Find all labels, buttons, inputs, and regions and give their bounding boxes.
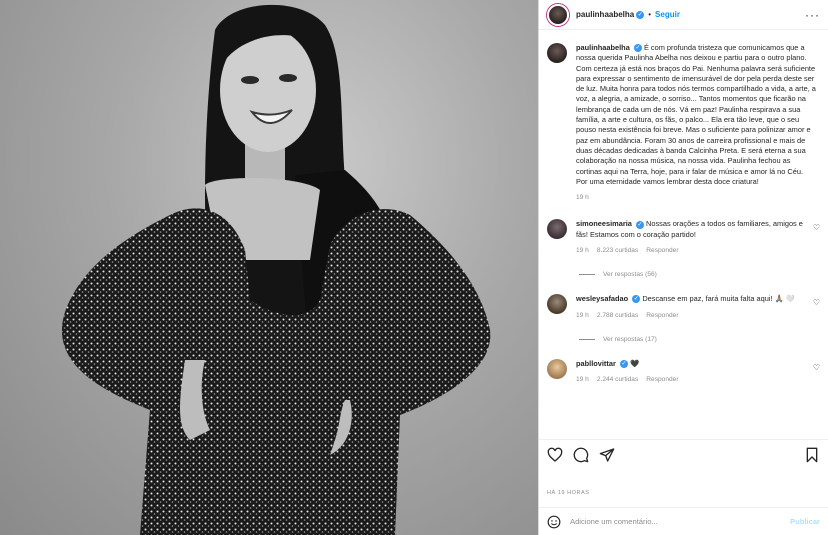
comment-item: wesleysafadao ✓ Descanse em paz, fará mu… <box>547 294 820 321</box>
reply-button[interactable]: Responder <box>646 246 678 256</box>
comment-like-icon[interactable]: ♡ <box>813 223 820 232</box>
add-comment-bar: Publicar <box>539 507 828 535</box>
comment-time: 19 h <box>576 247 589 255</box>
verified-icon: ✓ <box>635 220 644 229</box>
verified-icon: ✓ <box>632 295 641 304</box>
comment-username[interactable]: wesleysafadao <box>576 294 628 303</box>
post-header: paulinhaabelha ✓ • Seguir ··· <box>539 0 828 30</box>
comment-username[interactable]: simoneesimaria <box>576 219 632 228</box>
comment-item: pabllovittar ✓ 🖤 19 h 2.244 curtidas Res… <box>547 358 820 386</box>
post-modal: paulinhaabelha ✓ • Seguir ··· paulinhaab… <box>0 0 828 535</box>
author-username[interactable]: paulinhaabelha <box>576 10 634 19</box>
comment-input[interactable] <box>570 517 791 526</box>
author-avatar[interactable] <box>547 3 569 26</box>
action-bar <box>539 440 828 470</box>
comment-like-icon[interactable]: ♡ <box>813 363 820 372</box>
bookmark-icon[interactable] <box>804 447 820 463</box>
caption-text: É com profunda tristeza que comunicamos … <box>576 43 816 186</box>
comment-likes[interactable]: 2.788 curtidas <box>597 311 638 321</box>
caption-avatar[interactable] <box>547 43 567 63</box>
comment-avatar[interactable] <box>547 358 567 379</box>
share-icon[interactable] <box>599 447 615 463</box>
reply-button[interactable]: Responder <box>646 375 678 385</box>
post-sidebar: paulinhaabelha ✓ • Seguir ··· paulinhaab… <box>538 0 828 535</box>
comment-avatar[interactable] <box>547 294 567 315</box>
caption-time: 19 h <box>576 194 589 202</box>
follow-button[interactable]: Seguir <box>655 10 680 19</box>
comment-like-icon[interactable]: ♡ <box>813 298 820 307</box>
replies-label: Ver respostas (17) <box>603 335 657 343</box>
publish-button[interactable]: Publicar <box>790 517 820 526</box>
reply-button[interactable]: Responder <box>646 311 678 321</box>
comment-time: 19 h <box>576 376 589 384</box>
comment-likes[interactable]: 8.223 curtidas <box>597 246 638 256</box>
comment-likes[interactable]: 2.244 curtidas <box>597 375 638 385</box>
comment-icon[interactable] <box>573 447 589 463</box>
post-caption: paulinhaabelha ✓ É com profunda tristeza… <box>547 43 820 203</box>
emoji-icon[interactable] <box>547 515 561 529</box>
heart-icon[interactable] <box>547 447 563 463</box>
comments-section[interactable]: paulinhaabelha ✓ É com profunda tristeza… <box>539 37 828 439</box>
separator-dot: • <box>648 10 652 19</box>
comment-item: simoneesimaria ✓ Nossas orações a todos … <box>547 219 820 256</box>
replies-line <box>579 338 595 340</box>
verified-icon: ✓ <box>636 10 645 19</box>
replies-line <box>579 274 595 276</box>
comment-username[interactable]: pabllovittar <box>576 359 616 368</box>
comment-text: 🖤 <box>629 358 640 368</box>
comment-avatar[interactable] <box>547 219 567 240</box>
caption-username[interactable]: paulinhaabelha <box>576 43 630 52</box>
verified-icon: ✓ <box>619 359 628 368</box>
post-photo-illustration <box>61 4 491 535</box>
view-replies-button[interactable]: Ver respostas (17) <box>579 336 820 343</box>
post-image[interactable] <box>0 0 538 535</box>
view-replies-button[interactable]: Ver respostas (56) <box>579 271 820 278</box>
comment-text: Descanse em paz, fará muita falta aqui! … <box>642 294 796 304</box>
replies-label: Ver respostas (56) <box>603 271 657 279</box>
post-footer: HÁ 19 HORAS Publicar <box>539 439 828 535</box>
more-options-icon[interactable]: ··· <box>805 8 820 22</box>
posted-time: HÁ 19 HORAS <box>547 490 590 496</box>
verified-icon: ✓ <box>633 44 642 53</box>
comment-time: 19 h <box>576 311 589 319</box>
